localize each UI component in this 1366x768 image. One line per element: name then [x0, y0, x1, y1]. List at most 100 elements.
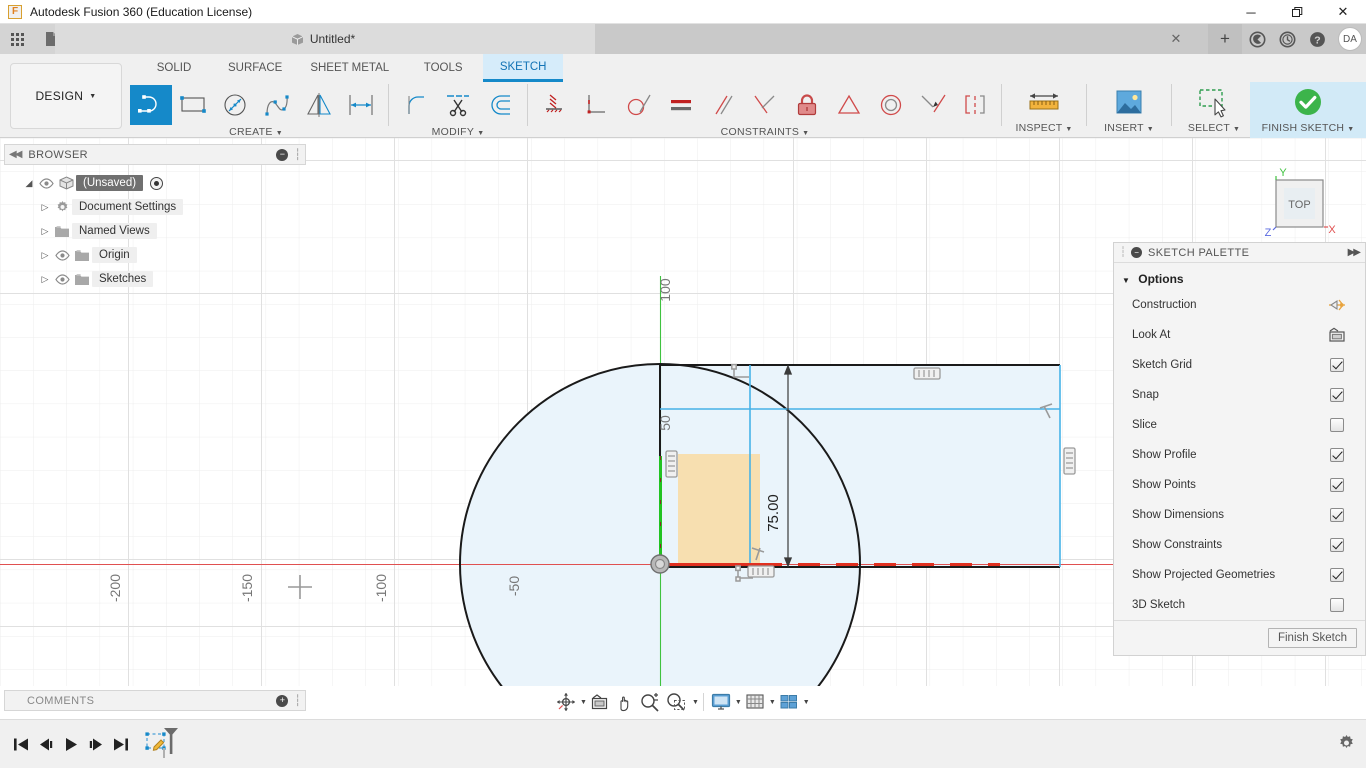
orbit-icon[interactable] [553, 689, 579, 715]
parallel-constraint-icon[interactable] [702, 85, 744, 125]
zoom-window-icon[interactable] [663, 689, 691, 715]
tree-item-document-settings[interactable]: ▷ Document Settings [4, 195, 306, 219]
coincident-constraint-icon[interactable] [744, 85, 786, 125]
3d-sketch-checkbox[interactable] [1330, 598, 1344, 612]
fix-constraint-icon[interactable] [786, 85, 828, 125]
browser-minimize-button[interactable]: − [276, 148, 289, 161]
ribbon-group-insert[interactable]: INSERT ▼ [1093, 82, 1165, 134]
show-points-checkbox[interactable] [1330, 478, 1344, 492]
step-back-icon[interactable] [33, 729, 58, 759]
display-settings-caret-icon[interactable]: ▼ [735, 699, 742, 706]
perpendicular-constraint-icon[interactable] [576, 85, 618, 125]
offset-tool-icon[interactable] [479, 85, 521, 125]
step-forward-icon[interactable] [83, 729, 108, 759]
tree-item-unsaved[interactable]: ◢ (Unsaved) [4, 171, 306, 195]
pan-icon[interactable] [612, 689, 637, 715]
finish-sketch-button[interactable]: Finish Sketch [1267, 628, 1357, 648]
tab-close-button[interactable]: ✕ [1165, 24, 1187, 54]
tree-item-origin[interactable]: ▷ Origin [4, 243, 306, 267]
palette-row-look-at[interactable]: Look At [1114, 320, 1365, 350]
show-projected-geometries-checkbox[interactable] [1330, 568, 1344, 582]
jump-to-beginning-icon[interactable] [8, 729, 33, 759]
palette-row-sketch-grid[interactable]: Sketch Grid [1114, 350, 1365, 380]
line-tool-icon[interactable] [130, 85, 172, 125]
horizontal-vertical-constraint-icon[interactable] [534, 85, 576, 125]
show-constraints-checkbox[interactable] [1330, 538, 1344, 552]
activate-component-radio[interactable] [150, 176, 164, 190]
tab-tools[interactable]: TOOLS [403, 54, 483, 82]
tab-sketch[interactable]: SKETCH [483, 54, 564, 82]
dimension-tool-icon[interactable] [340, 85, 382, 125]
viewports-caret-icon[interactable]: ▼ [803, 699, 810, 706]
expand-arrow-icon[interactable]: ▷ [38, 226, 52, 237]
minimize-button[interactable]: ─ [1228, 0, 1274, 24]
viewports-icon[interactable] [776, 689, 802, 715]
palette-row-slice[interactable]: Slice [1114, 410, 1365, 440]
view-cube[interactable]: TOP Y X Z [1258, 166, 1348, 250]
zoom-icon[interactable] [637, 689, 663, 715]
expand-arrow-icon[interactable]: ◢ [22, 178, 36, 189]
new-tab-button[interactable]: + [1208, 24, 1242, 54]
show-profile-checkbox[interactable] [1330, 448, 1344, 462]
palette-row-show-projected-geometries[interactable]: Show Projected Geometries [1114, 560, 1365, 590]
snap-checkbox[interactable] [1330, 388, 1344, 402]
palette-row-show-constraints[interactable]: Show Constraints [1114, 530, 1365, 560]
visibility-eye-icon[interactable] [52, 249, 72, 261]
fillet-tool-icon[interactable] [395, 85, 437, 125]
visibility-eye-icon[interactable] [36, 177, 56, 189]
expand-arrow-icon[interactable]: ▷ [38, 202, 52, 213]
avatar[interactable]: DA [1338, 27, 1362, 51]
zoom-window-caret-icon[interactable]: ▼ [692, 699, 699, 706]
expand-arrow-icon[interactable]: ▷ [38, 274, 52, 285]
palette-options-section[interactable]: ▼ Options [1114, 263, 1365, 290]
collapse-left-icon[interactable]: ◀◀ [9, 149, 22, 160]
help-icon[interactable]: ? [1302, 24, 1332, 54]
tab-surface[interactable]: SURFACE [214, 54, 296, 82]
palette-row-show-profile[interactable]: Show Profile [1114, 440, 1365, 470]
ribbon-group-finish-sketch[interactable]: FINISH SKETCH ▼ [1250, 82, 1366, 138]
sketch-grid-checkbox[interactable] [1330, 358, 1344, 372]
grid-snaps-caret-icon[interactable]: ▼ [769, 699, 776, 706]
panel-grip-icon[interactable]: ┆ [294, 694, 301, 707]
add-comment-button[interactable]: + [276, 694, 289, 707]
palette-row-3d-sketch[interactable]: 3D Sketch [1114, 590, 1365, 620]
palette-row-show-points[interactable]: Show Points [1114, 470, 1365, 500]
gear-icon[interactable] [1337, 734, 1356, 753]
slice-checkbox[interactable] [1330, 418, 1344, 432]
palette-row-snap[interactable]: Snap [1114, 380, 1365, 410]
equal-constraint-icon[interactable] [660, 85, 702, 125]
mirror-tool-icon[interactable] [298, 85, 340, 125]
trim-tool-icon[interactable] [437, 85, 479, 125]
concentric-constraint-icon[interactable] [870, 85, 912, 125]
document-tab[interactable]: Untitled* [55, 24, 595, 54]
tree-item-named-views[interactable]: ▷ Named Views [4, 219, 306, 243]
grid-snaps-icon[interactable] [742, 689, 768, 715]
panel-grip-icon[interactable]: ┆ [1120, 247, 1126, 258]
palette-minimize-button[interactable]: − [1131, 247, 1143, 258]
palette-row-construction[interactable]: Construction [1114, 290, 1365, 320]
sketch-feature-icon[interactable] [143, 724, 183, 764]
ribbon-group-select[interactable]: SELECT ▼ [1178, 82, 1250, 134]
panel-grip-icon[interactable]: ┆ [294, 148, 301, 161]
expand-arrow-icon[interactable]: ▷ [38, 250, 52, 261]
workspace-selector[interactable]: DESIGN ▼ [10, 63, 122, 129]
job-status-icon[interactable] [1242, 24, 1272, 54]
collinear-constraint-icon[interactable] [912, 85, 954, 125]
tab-solid[interactable]: SOLID [134, 54, 214, 82]
rectangle-tool-icon[interactable] [172, 85, 214, 125]
visibility-eye-icon[interactable] [52, 273, 72, 285]
tree-item-sketches[interactable]: ▷ Sketches [4, 267, 306, 291]
grid-icon[interactable] [4, 26, 30, 52]
look-at-icon[interactable] [587, 689, 612, 715]
circle-tool-icon[interactable] [214, 85, 256, 125]
spline-tool-icon[interactable] [256, 85, 298, 125]
palette-row-show-dimensions[interactable]: Show Dimensions [1114, 500, 1365, 530]
play-icon[interactable] [58, 729, 83, 759]
recent-icon[interactable] [1272, 24, 1302, 54]
maximize-button[interactable] [1274, 0, 1320, 24]
close-button[interactable]: ✕ [1320, 0, 1366, 24]
orbit-caret-icon[interactable]: ▼ [580, 699, 587, 706]
symmetry-constraint-icon[interactable] [954, 85, 996, 125]
ribbon-group-inspect[interactable]: INSPECT ▼ [1008, 82, 1080, 134]
expand-right-icon[interactable]: ▶▶ [1348, 247, 1361, 258]
